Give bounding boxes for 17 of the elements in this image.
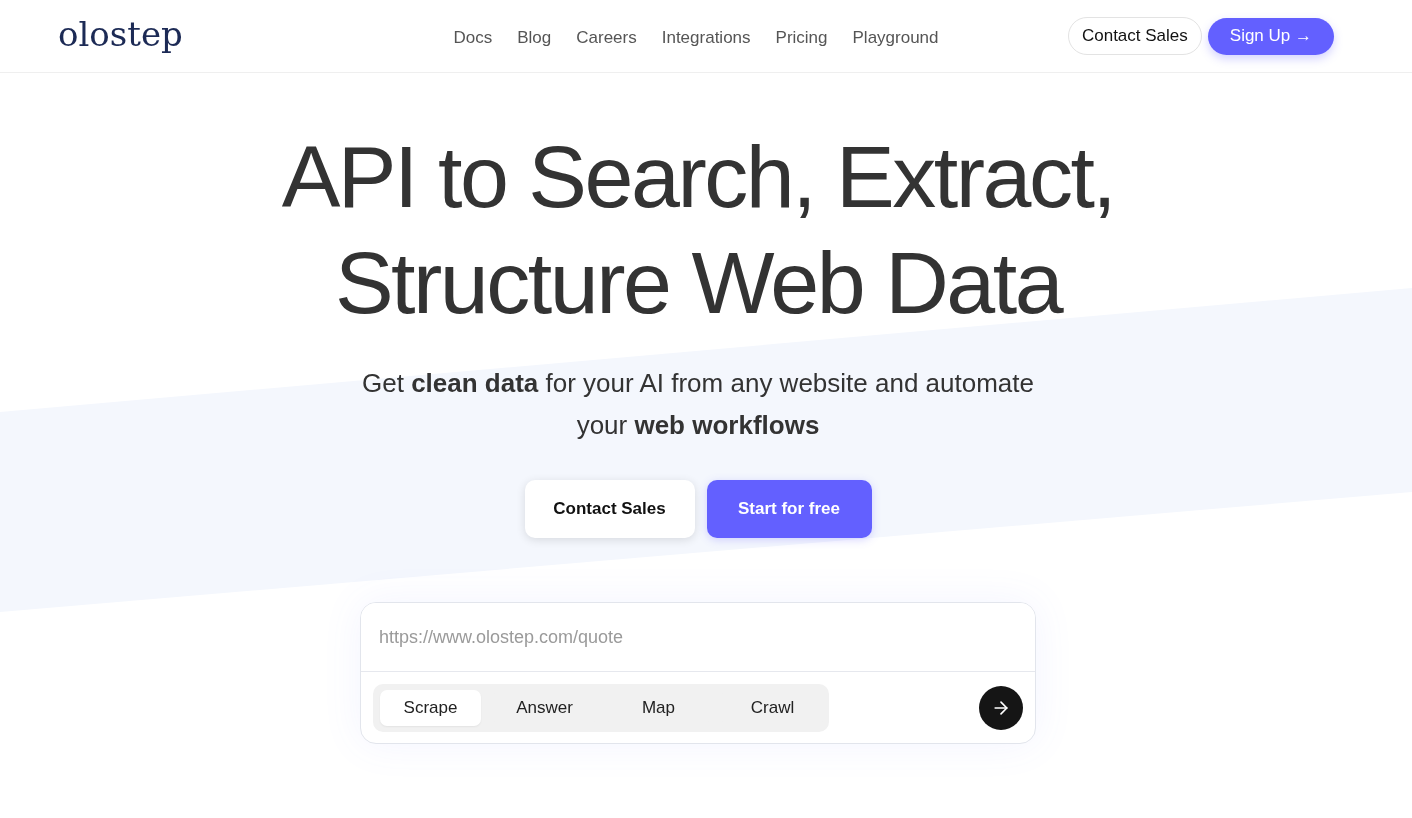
contact-sales-button[interactable]: Contact Sales [524,480,695,539]
url-field[interactable]: https://www.olostep.com/quote [361,603,1035,673]
nav-link[interactable]: Playground [852,28,939,48]
nav-link[interactable]: Docs [453,28,493,48]
mode-tab[interactable]: Scrape [380,690,481,727]
contact-sales-button[interactable]: Contact Sales [1067,17,1202,55]
nav-link[interactable]: Integrations [661,28,751,48]
nav-link[interactable]: Blog [517,28,552,48]
nav-link[interactable]: Careers [576,28,637,48]
sign-up-button[interactable]: Sign Up → [1207,17,1334,55]
nav-link[interactable]: Pricing [775,28,828,48]
url-input[interactable]: https://www.olostep.com/quote [379,626,1017,648]
start-button[interactable]: Start for free [706,480,872,539]
submit-button[interactable] [979,686,1023,731]
hero-title: API to Search, Extract, Structure Web Data [280,126,1116,334]
hero-subtitle: Get clean data for your AI from any website and automate your web workflows [361,367,1035,443]
logo[interactable]: olostep [58,17,183,55]
